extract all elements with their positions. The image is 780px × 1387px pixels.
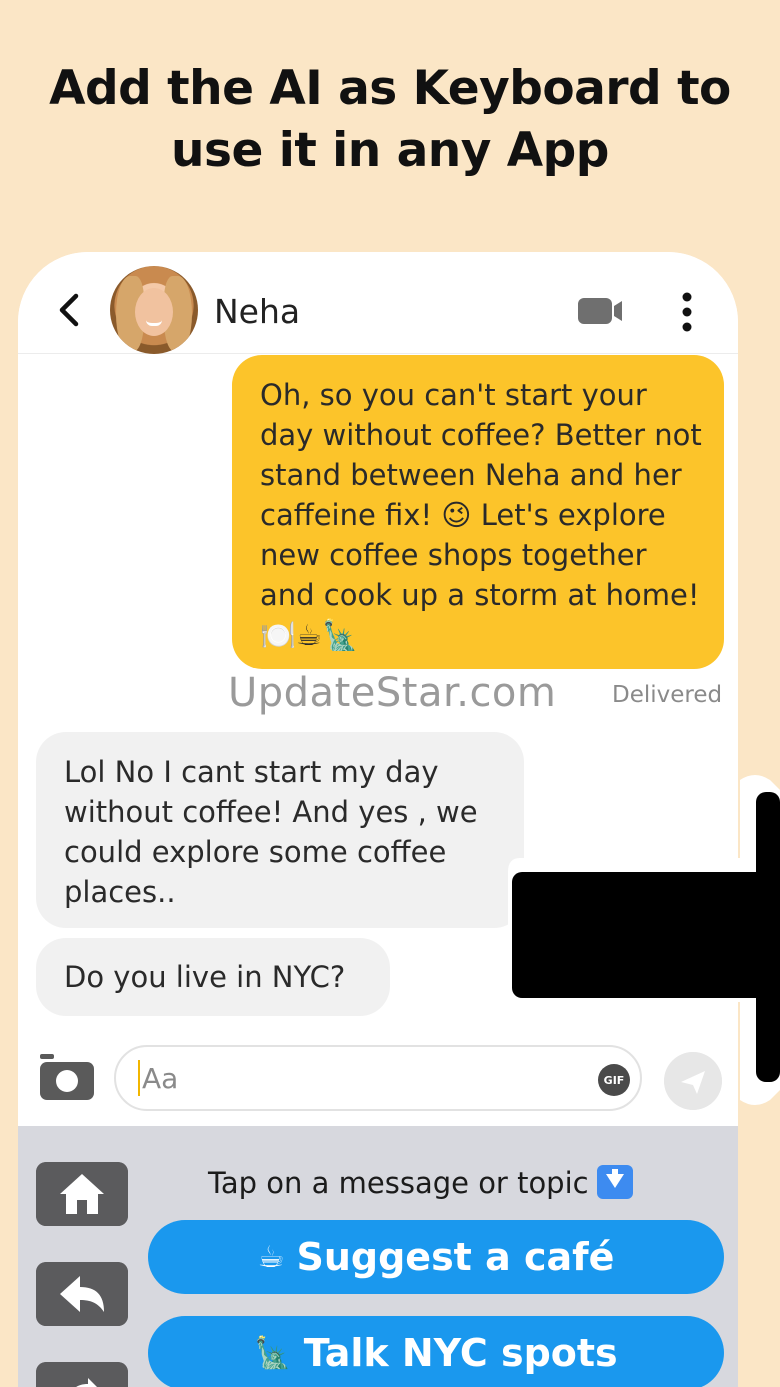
incoming-message[interactable]: Do you live in NYC? xyxy=(36,938,390,1016)
home-icon[interactable] xyxy=(36,1162,128,1226)
suggestion-button[interactable]: ☕ Suggest a café xyxy=(148,1220,724,1294)
more-vertical-icon[interactable] xyxy=(680,292,694,332)
contact-name: Neha xyxy=(214,292,301,331)
headline-line-1: Add the AI as Keyboard to xyxy=(49,61,731,116)
text-caret xyxy=(138,1060,140,1096)
watermark: UpdateStar.com xyxy=(228,670,557,716)
delivery-status: Delivered xyxy=(612,682,723,708)
chat-header: Neha xyxy=(18,252,738,354)
statue-of-liberty-icon: 🗽 xyxy=(254,1335,292,1371)
keyboard-prompt-text: Tap on a message or topic xyxy=(208,1166,589,1200)
avatar[interactable] xyxy=(110,266,198,354)
down-arrow-icon xyxy=(596,1165,633,1199)
suggestion-label: Suggest a café xyxy=(296,1235,615,1279)
back-arrow-icon[interactable] xyxy=(54,290,86,330)
coffee-icon: ☕ xyxy=(257,1239,285,1275)
video-camera-icon[interactable] xyxy=(576,296,624,326)
forward-icon[interactable] xyxy=(36,1362,128,1387)
keyboard-prompt: Tap on a message or topic xyxy=(208,1165,633,1202)
suggestion-button[interactable]: 🗽 Talk NYC spots xyxy=(148,1316,724,1387)
suggestion-label: Talk NYC spots xyxy=(303,1331,618,1375)
headline-line-2: use it in any App xyxy=(171,123,609,178)
ai-keyboard: Tap on a message or topic ☕ Suggest a ca… xyxy=(18,1126,738,1387)
reply-icon[interactable] xyxy=(36,1262,128,1326)
pointer-arrow-icon xyxy=(508,775,780,1105)
incoming-message[interactable]: Lol No I cant start my day without coffe… xyxy=(36,732,524,928)
camera-icon[interactable] xyxy=(38,1052,96,1102)
outgoing-message[interactable]: Oh, so you can't start your day without … xyxy=(232,355,724,669)
promo-headline: Add the AI as Keyboard to use it in any … xyxy=(0,58,780,182)
message-input-placeholder: Aa xyxy=(142,1061,179,1095)
